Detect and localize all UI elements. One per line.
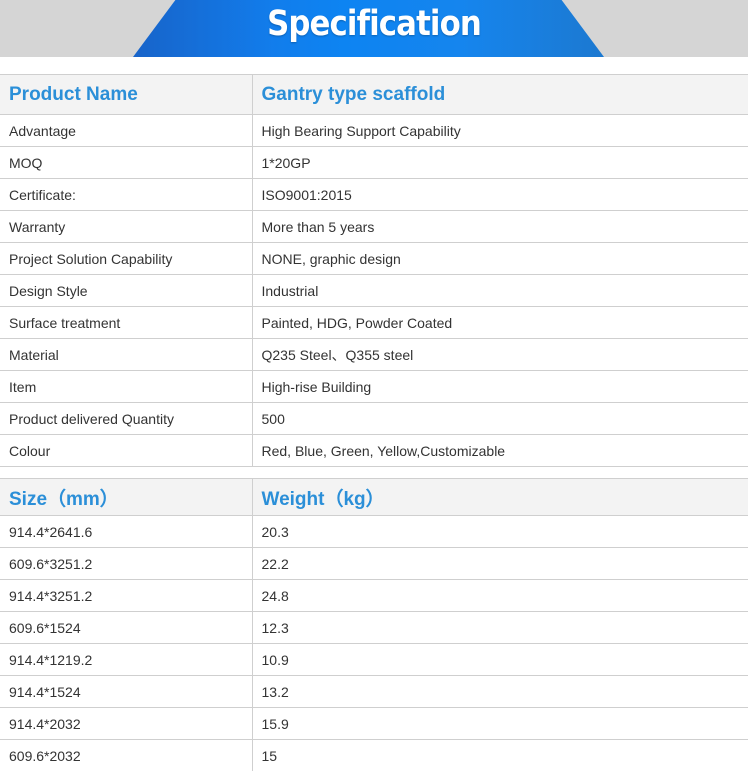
size-row: 914.4*2032 15.9 (0, 707, 748, 740)
spec-row: Advantage High Bearing Support Capability (0, 114, 748, 147)
spec-row-value: Red, Blue, Green, Yellow,Customizable (251, 434, 748, 467)
size-row-value: 15 (251, 739, 748, 771)
spec-row-label: MOQ (0, 146, 253, 179)
size-row-label: 914.4*1524 (0, 675, 253, 708)
size-row-value: 22.2 (251, 547, 748, 580)
spec-row-label: Warranty (0, 210, 253, 243)
size-row-label: 609.6*3251.2 (0, 547, 253, 580)
spec-row-value: NONE, graphic design (251, 242, 748, 275)
size-row-label: 914.4*2641.6 (0, 515, 253, 548)
spec-row-value: More than 5 years (251, 210, 748, 243)
spec-row: Surface treatment Painted, HDG, Powder Co… (0, 306, 748, 339)
banner-title: Specification (267, 4, 482, 44)
size-row: 609.6*1524 12.3 (0, 611, 748, 644)
spec-row-label: Design Style (0, 274, 253, 307)
spec-row-label: Item (0, 370, 253, 403)
spec-row-value: High-rise Building (251, 370, 748, 403)
sizes-header-row: Size（mm） Weight（kg） (0, 478, 748, 516)
spec-row: Project Solution Capability NONE, graphic… (0, 242, 748, 275)
product-name-value-header: Gantry type scaffold (251, 74, 748, 115)
spec-row-label: Project Solution Capability (0, 242, 253, 275)
spec-row: Product delivered Quantity 500 (0, 402, 748, 435)
size-row-value: 10.9 (251, 643, 748, 676)
spec-row-value: Painted, HDG, Powder Coated (251, 306, 748, 339)
weight-column-header: Weight（kg） (251, 478, 748, 516)
size-row-value: 13.2 (251, 675, 748, 708)
size-column-header: Size（mm） (0, 478, 253, 516)
size-row-label: 609.6*2032 (0, 739, 253, 771)
size-row-value: 20.3 (251, 515, 748, 548)
size-row: 914.4*1524 13.2 (0, 675, 748, 708)
spec-row-value: Q235 Steel、Q355 steel (251, 338, 748, 371)
spec-row-label: Certificate: (0, 178, 253, 211)
spec-row-label: Surface treatment (0, 306, 253, 339)
size-weight-table: Size（mm） Weight（kg） 914.4*2641.6 20.3 609.6*… (0, 478, 748, 771)
spec-row-label: Product delivered Quantity (0, 402, 253, 435)
spec-row-value: Industrial (251, 274, 748, 307)
spec-row: Design Style Industrial (0, 274, 748, 307)
size-row-value: 24.8 (251, 579, 748, 612)
spec-row-label: Material (0, 338, 253, 371)
spec-row-label: Advantage (0, 114, 253, 147)
size-row-label: 914.4*1219.2 (0, 643, 253, 676)
product-name-header: Product Name (0, 74, 253, 115)
spec-row: Colour Red, Blue, Green, Yellow,Customiza… (0, 434, 748, 467)
spec-row-label: Colour (0, 434, 253, 467)
spec-row: Certificate: ISO9001:2015 (0, 178, 748, 211)
spec-row: MOQ 1*20GP (0, 146, 748, 179)
size-row: 914.4*3251.2 24.8 (0, 579, 748, 612)
spec-row: Material Q235 Steel、Q355 steel (0, 338, 748, 371)
size-row: 609.6*3251.2 22.2 (0, 547, 748, 580)
spec-row: Item High-rise Building (0, 370, 748, 403)
spec-row-value: High Bearing Support Capability (251, 114, 748, 147)
size-row-label: 914.4*3251.2 (0, 579, 253, 612)
spec-row-value: 1*20GP (251, 146, 748, 179)
spec-row-value: 500 (251, 402, 748, 435)
size-row: 914.4*1219.2 10.9 (0, 643, 748, 676)
spec-banner: Specification (0, 0, 748, 57)
spec-row-value: ISO9001:2015 (251, 178, 748, 211)
size-row: 914.4*2641.6 20.3 (0, 515, 748, 548)
size-row-label: 914.4*2032 (0, 707, 253, 740)
size-row-value: 12.3 (251, 611, 748, 644)
size-row-label: 609.6*1524 (0, 611, 253, 644)
spec-row: Warranty More than 5 years (0, 210, 748, 243)
size-row: 609.6*2032 15 (0, 739, 748, 771)
size-row-value: 15.9 (251, 707, 748, 740)
specs-header-row: Product Name Gantry type scaffold (0, 74, 748, 115)
product-spec-table: Product Name Gantry type scaffold Advantag… (0, 74, 748, 467)
